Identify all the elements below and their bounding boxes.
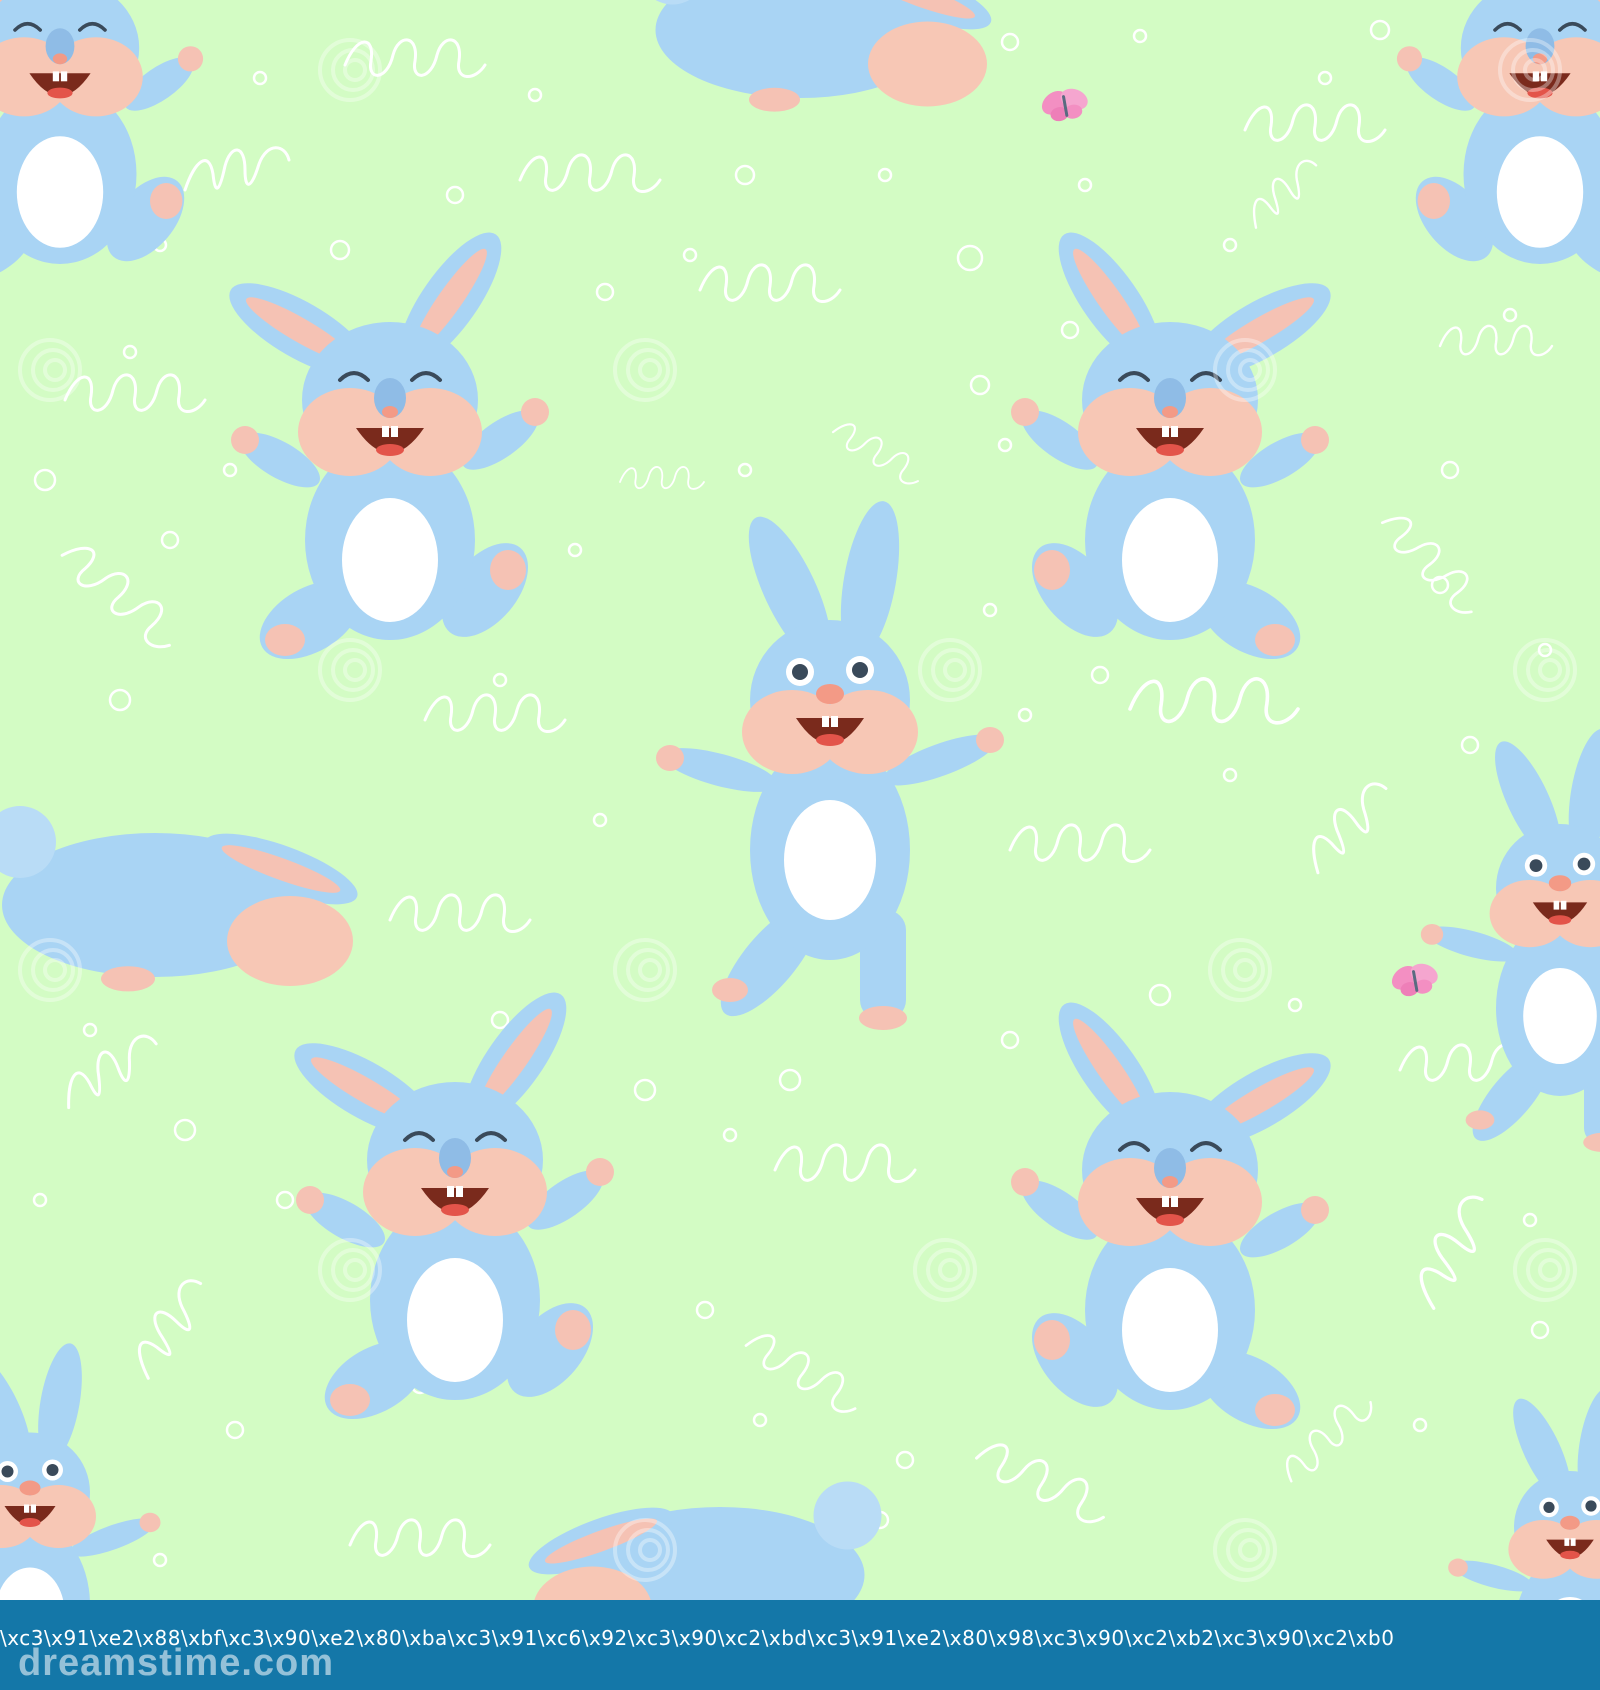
bunny-icon — [279, 976, 616, 1438]
bunny-icon — [1009, 216, 1346, 678]
dreamstime-spiral-icon — [1513, 638, 1577, 702]
bunny-icon — [1420, 725, 1600, 1153]
bunny-icon — [214, 216, 552, 678]
dreamstime-spiral-icon — [318, 38, 382, 102]
dreamstime-spiral-icon — [918, 638, 982, 702]
butterfly-icon — [1034, 80, 1095, 125]
bunny-icon — [0, 1340, 161, 1600]
dreamstime-spiral-icon — [1208, 938, 1272, 1002]
dreamstime-spiral-icon — [318, 638, 382, 702]
bunny-icon — [656, 496, 1004, 1031]
bunny-icon — [0, 0, 205, 298]
watermark-footer-bar: dreamstime.com \xc3\x91\xe2\x88\xbf\xc3\… — [0, 1600, 1600, 1690]
bunny-icon — [0, 806, 366, 992]
butterfly-icon — [1384, 955, 1445, 1000]
dreamstime-spiral-icon — [18, 938, 82, 1002]
dreamstime-spiral-icon — [1213, 1518, 1277, 1582]
footer-caption: \xc3\x91\xe2\x88\xbf\xc3\x90\xe2\x80\xba… — [0, 1626, 1395, 1650]
dreamstime-spiral-icon — [18, 338, 82, 402]
bunny-icon — [638, 0, 999, 112]
dreamstime-spiral-icon — [613, 938, 677, 1002]
dreamstime-spiral-icon — [613, 338, 677, 402]
bunny-icon — [521, 1481, 882, 1600]
bunny-icon — [1448, 1384, 1600, 1600]
bunny-icon — [1395, 0, 1600, 298]
dreamstime-spiral-icon — [1513, 1238, 1577, 1302]
seamless-bunny-pattern — [0, 0, 1600, 1600]
bunny-icon — [1009, 986, 1346, 1448]
dreamstime-spiral-icon — [913, 1238, 977, 1302]
dreamstime-spiral-icon — [318, 1238, 382, 1302]
